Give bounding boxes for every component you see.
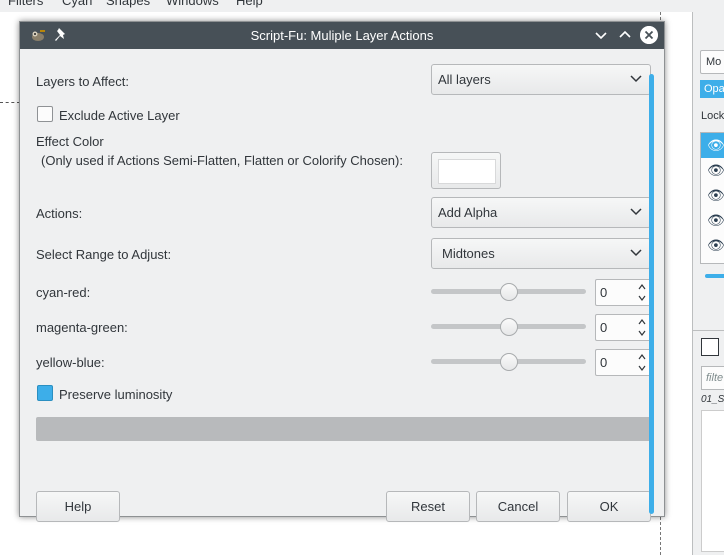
range-value: Midtones bbox=[442, 246, 495, 261]
magenta-green-value: 0 bbox=[600, 320, 608, 335]
yellow-blue-spinbox[interactable]: 0 bbox=[595, 349, 651, 376]
magenta-green-label: magenta-green: bbox=[36, 320, 128, 335]
dock-filter-input[interactable]: filte bbox=[701, 366, 724, 390]
canvas-guide bbox=[0, 102, 20, 103]
yellow-blue-slider-handle[interactable] bbox=[499, 353, 518, 371]
layer-visibility-icon[interactable]: 👁 bbox=[701, 158, 724, 183]
dialog-titlebar[interactable]: Script-Fu: Muliple Layer Actions bbox=[20, 22, 664, 49]
chevron-down-icon bbox=[630, 249, 642, 257]
layer-mode-select[interactable]: Mo bbox=[700, 50, 724, 74]
dock-thumbnail bbox=[701, 410, 724, 552]
menu-shapes[interactable]: Shapes bbox=[106, 0, 150, 8]
app-menubar: Filters Cyan Shapes Windows Help bbox=[0, 0, 724, 12]
menu-windows[interactable]: Windows bbox=[166, 0, 219, 8]
chevron-up-icon[interactable] bbox=[638, 284, 646, 290]
menu-cyan[interactable]: Cyan bbox=[62, 0, 92, 8]
layer-visibility-icon[interactable]: 👁 bbox=[701, 233, 724, 258]
lock-label: Lock bbox=[701, 110, 724, 122]
effect-color-label: Effect Color bbox=[36, 134, 104, 149]
layer-opacity-field[interactable]: Opa bbox=[700, 80, 724, 98]
progress-bar bbox=[36, 417, 651, 441]
preserve-luminosity-checkbox[interactable] bbox=[37, 385, 53, 401]
cancel-button[interactable]: Cancel bbox=[476, 491, 560, 522]
actions-label: Actions: bbox=[36, 206, 83, 221]
cyan-red-label: cyan-red: bbox=[36, 285, 91, 300]
layers-dock: Mo Opa Lock 👁 👁 👁 👁 👁 filte 01_S bbox=[692, 12, 724, 555]
range-select[interactable]: Midtones bbox=[431, 238, 651, 269]
cyan-red-spinbox[interactable]: 0 bbox=[595, 279, 651, 306]
magenta-green-slider-handle[interactable] bbox=[499, 318, 518, 336]
effect-color-button[interactable] bbox=[431, 152, 501, 189]
preserve-luminosity-label: Preserve luminosity bbox=[59, 387, 173, 402]
yellow-blue-value: 0 bbox=[600, 355, 608, 370]
reset-button[interactable]: Reset bbox=[386, 491, 470, 522]
layers-to-affect-value: All layers bbox=[438, 72, 491, 87]
chevron-down-icon bbox=[630, 208, 642, 216]
layer-visibility-icon[interactable]: 👁 bbox=[701, 133, 724, 158]
layers-to-affect-label: Layers to Affect: bbox=[36, 74, 129, 89]
chevron-down-icon[interactable] bbox=[638, 295, 646, 301]
help-button[interactable]: Help bbox=[36, 491, 120, 522]
actions-select[interactable]: Add Alpha bbox=[431, 197, 651, 228]
cyan-red-slider-handle[interactable] bbox=[499, 283, 518, 301]
dock-separator bbox=[693, 330, 724, 331]
magenta-green-spinbox[interactable]: 0 bbox=[595, 314, 651, 341]
cyan-red-value: 0 bbox=[600, 285, 608, 300]
effect-color-swatch bbox=[438, 159, 496, 184]
actions-value: Add Alpha bbox=[438, 205, 498, 220]
menu-help[interactable]: Help bbox=[236, 0, 263, 8]
dock-tab-icon[interactable] bbox=[701, 338, 719, 356]
dock-scrollbar[interactable] bbox=[705, 274, 724, 278]
exclude-active-layer-label: Exclude Active Layer bbox=[59, 108, 180, 123]
minimize-icon[interactable] bbox=[592, 26, 610, 44]
chevron-down-icon[interactable] bbox=[638, 365, 646, 371]
dialog-content: Layers to Affect: All layers Exclude Act… bbox=[20, 49, 664, 522]
chevron-down-icon bbox=[630, 75, 642, 83]
layer-visibility-icon[interactable]: 👁 bbox=[701, 183, 724, 208]
layers-to-affect-select[interactable]: All layers bbox=[431, 64, 651, 95]
script-fu-dialog: Script-Fu: Muliple Layer Actions Layers … bbox=[19, 21, 665, 522]
window-scrollbar[interactable] bbox=[646, 48, 656, 518]
ok-button[interactable]: OK bbox=[567, 491, 651, 522]
dialog-title: Script-Fu: Muliple Layer Actions bbox=[250, 28, 434, 43]
chevron-down-icon[interactable] bbox=[638, 330, 646, 336]
yellow-blue-label: yellow-blue: bbox=[36, 355, 105, 370]
layer-visibility-icon[interactable]: 👁 bbox=[701, 208, 724, 233]
chevron-up-icon[interactable] bbox=[638, 319, 646, 325]
chevron-up-icon[interactable] bbox=[638, 354, 646, 360]
scrollbar-thumb[interactable] bbox=[649, 74, 654, 514]
maximize-icon[interactable] bbox=[616, 26, 634, 44]
effect-color-note: (Only used if Actions Semi-Flatten, Flat… bbox=[41, 153, 403, 168]
menu-filters[interactable]: Filters bbox=[8, 0, 43, 8]
layers-list[interactable]: 👁 👁 👁 👁 👁 bbox=[700, 132, 724, 264]
exclude-active-layer-checkbox[interactable] bbox=[37, 106, 53, 122]
close-icon[interactable] bbox=[640, 26, 658, 44]
dock-file-label: 01_S bbox=[701, 394, 724, 405]
range-label: Select Range to Adjust: bbox=[36, 247, 172, 262]
